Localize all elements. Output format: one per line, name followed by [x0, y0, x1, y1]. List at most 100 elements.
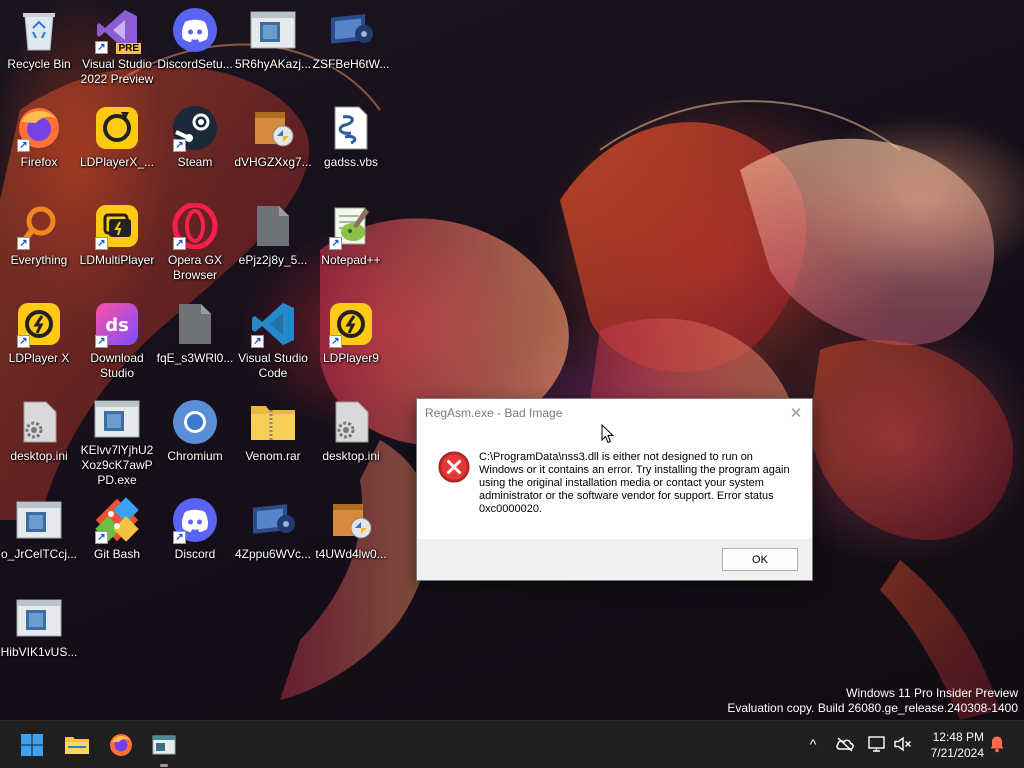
windows-watermark: Windows 11 Pro Insider Preview Evaluatio…	[727, 686, 1018, 716]
desktop-icon-label: LDMultiPlayer	[79, 253, 155, 267]
shortcut-arrow-icon: ↗	[95, 41, 108, 54]
desktop-icon[interactable]: ↗ Visual Studio Code	[234, 294, 312, 390]
desktop-icon[interactable]: ↗ PRE Visual Studio 2022 Preview	[78, 0, 156, 96]
desktop-icon[interactable]: ↗ Steam	[156, 98, 234, 194]
regasm-taskbar-button[interactable]	[146, 727, 182, 767]
firefox-taskbar-button[interactable]	[103, 727, 139, 763]
vbs-script-icon	[327, 104, 375, 152]
notifications-button[interactable]	[986, 733, 1008, 755]
visual-studio-icon: ↗ PRE	[93, 6, 141, 54]
desktop-icon[interactable]: KElvv7lYjhU2Xoz9cK7awPPD.exe	[78, 392, 156, 488]
blank-file-icon	[249, 202, 297, 250]
desktop-icon-label: Recycle Bin	[7, 57, 71, 71]
desktop-icon[interactable]: ↗ Git Bash	[78, 490, 156, 586]
desktop-icon[interactable]: ZSFBeH6tW...	[312, 0, 390, 96]
show-hidden-icons-button[interactable]: ^	[802, 733, 824, 755]
desktop-icon-label: Discord	[174, 547, 216, 561]
desktop-icon[interactable]: t4UWd4lw0...	[312, 490, 390, 586]
desktop-icon[interactable]: Chromium	[156, 392, 234, 488]
dialog-titlebar[interactable]: RegAsm.exe - Bad Image ✕	[417, 399, 812, 427]
clock[interactable]: 12:48 PM 7/21/2024	[916, 729, 984, 761]
opera-gx-icon: ↗	[171, 202, 219, 250]
desktop-icon[interactable]: ↗ Discord	[156, 490, 234, 586]
desktop-icon[interactable]: ↗ LDPlayer X	[0, 294, 78, 390]
discord-icon	[171, 6, 219, 54]
desktop-icon[interactable]: LDPlayerX_...	[78, 98, 156, 194]
ldplayer-installer-icon	[93, 104, 141, 152]
desktop-icon-label: Visual Studio Code	[238, 351, 308, 380]
desktop-icon[interactable]: fqE_s3WRl0...	[156, 294, 234, 390]
ldplayer-icon: ↗	[327, 300, 375, 348]
clock-time: 12:48 PM	[932, 730, 984, 744]
desktop-icon[interactable]: dVHGZXxg7...	[234, 98, 312, 194]
watermark-build: Evaluation copy. Build 26080.ge_release.…	[727, 701, 1018, 715]
shortcut-arrow-icon: ↗	[173, 139, 186, 152]
volume-tray-button[interactable]	[892, 733, 914, 755]
file-explorer-button[interactable]	[59, 727, 95, 763]
settings-file-icon	[327, 398, 375, 446]
desktop-icon[interactable]: desktop.ini	[312, 392, 390, 488]
desktop-icon-label: desktop.ini	[10, 449, 68, 463]
desktop-icon[interactable]: DiscordSetu...	[156, 0, 234, 96]
desktop-icon[interactable]: Venom.rar	[234, 392, 312, 488]
desktop-icon[interactable]: HibVIK1vUS...	[0, 588, 78, 684]
desktop-icon[interactable]: gadss.vbs	[312, 98, 390, 194]
desktop-icon-label: LDPlayer X	[8, 351, 70, 365]
cloud-off-icon	[836, 737, 854, 752]
desktop-icon-label: Steam	[177, 155, 213, 169]
desktop-icon-label: Download Studio	[90, 351, 144, 380]
desktop-icon[interactable]: 4Zppu6WVc...	[234, 490, 312, 586]
shortcut-arrow-icon: ↗	[95, 531, 108, 544]
desktop-icon[interactable]: ↗ LDMultiPlayer	[78, 196, 156, 292]
shortcut-arrow-icon: ↗	[251, 335, 264, 348]
desktop-icon-label: 5R6hyAKazj...	[234, 57, 312, 71]
desktop-icon-label: Firefox	[20, 155, 58, 169]
preview-badge: PRE	[116, 43, 141, 54]
desktop-icon-label: fqE_s3WRl0...	[156, 351, 234, 365]
desktop-icon[interactable]: ↗ Firefox	[0, 98, 78, 194]
ldplayer-icon: ↗	[15, 300, 63, 348]
desktop-icon-label: Venom.rar	[245, 449, 301, 463]
notepadpp-icon: ↗	[327, 202, 375, 250]
desktop-icon[interactable]: ↗ Notepad++	[312, 196, 390, 292]
desktop-icon-label: HibVIK1vUS...	[0, 645, 78, 659]
desktop-icon[interactable]: ↗ Opera GX Browser	[156, 196, 234, 292]
chromium-icon	[171, 398, 219, 446]
shortcut-arrow-icon: ↗	[17, 237, 30, 250]
desktop-icon[interactable]: ePjz2j8y_5...	[234, 196, 312, 292]
network-tray-button[interactable]	[866, 733, 888, 755]
desktop-icon-label: dVHGZXxg7...	[234, 155, 312, 169]
desktop-icon-label: o_JrCelTCcj...	[0, 547, 77, 561]
start-button[interactable]	[14, 727, 50, 763]
desktop-icon-label: Git Bash	[93, 547, 141, 561]
dialog-title: RegAsm.exe - Bad Image	[425, 406, 563, 420]
desktop-icon[interactable]: ds ↗ Download Studio	[78, 294, 156, 390]
error-icon	[438, 451, 470, 483]
recycle-bin-icon	[15, 6, 63, 54]
shortcut-arrow-icon: ↗	[17, 335, 30, 348]
desktop-icon[interactable]: 5R6hyAKazj...	[234, 0, 312, 96]
ok-button[interactable]: OK	[722, 548, 798, 571]
shortcut-arrow-icon: ↗	[95, 237, 108, 250]
zip-folder-icon	[249, 398, 297, 446]
desktop-icon-label: LDPlayer9	[322, 351, 380, 365]
desktop-icon[interactable]: Recycle Bin	[0, 0, 78, 96]
blank-file-icon	[171, 300, 219, 348]
desktop-icon-label: LDPlayerX_...	[79, 155, 155, 169]
firefox-icon: ↗	[15, 104, 63, 152]
network-icon	[868, 736, 885, 752]
clock-date: 7/21/2024	[930, 746, 984, 760]
desktop-icon-label: KElvv7lYjhU2Xoz9cK7awPPD.exe	[80, 443, 154, 487]
desktop-icon[interactable]: desktop.ini	[0, 392, 78, 488]
onedrive-tray-button[interactable]	[834, 733, 856, 755]
desktop-icon[interactable]: ↗ LDPlayer9	[312, 294, 390, 390]
installer-icon	[327, 6, 375, 54]
shortcut-arrow-icon: ↗	[17, 139, 30, 152]
desktop-icon[interactable]: ↗ Everything	[0, 196, 78, 292]
close-button[interactable]: ✕	[780, 399, 812, 427]
desktop-icon-label: DiscordSetu...	[157, 57, 233, 71]
desktop-icon-label: ZSFBeH6tW...	[312, 57, 390, 71]
shortcut-arrow-icon: ↗	[173, 531, 186, 544]
desktop-icon[interactable]: o_JrCelTCcj...	[0, 490, 78, 586]
shortcut-arrow-icon: ↗	[95, 335, 108, 348]
